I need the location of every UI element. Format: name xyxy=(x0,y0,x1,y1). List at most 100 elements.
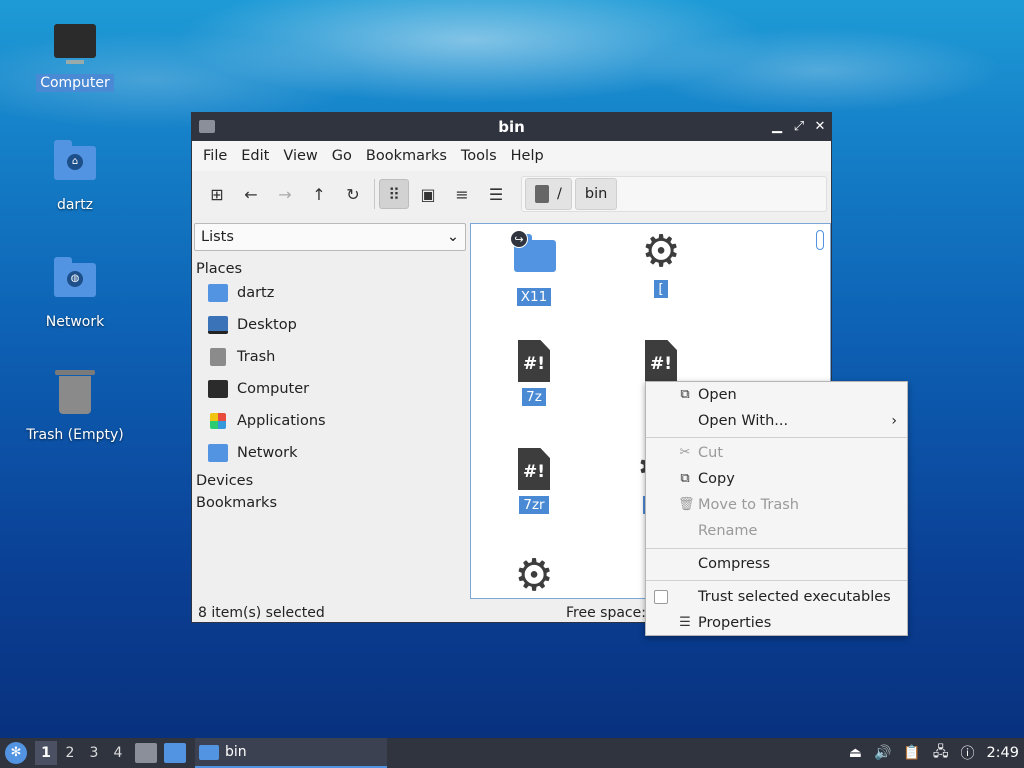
drive-icon xyxy=(535,185,549,203)
compact-view-button[interactable]: ≡ xyxy=(447,179,477,209)
computer-icon xyxy=(53,24,97,68)
file-item[interactable]: #! 7zr xyxy=(479,448,589,514)
workspace-1[interactable]: 1 xyxy=(35,741,57,765)
menu-separator xyxy=(646,437,907,438)
checkbox-unchecked-icon[interactable] xyxy=(654,590,668,604)
forward-button[interactable]: → xyxy=(270,179,300,209)
list-icon: ≡ xyxy=(455,184,469,204)
side-pane-mode-select[interactable]: Lists ⌄ xyxy=(194,223,466,251)
arrow-up-icon: ↑ xyxy=(312,184,326,204)
devices-header[interactable]: Devices xyxy=(196,473,466,489)
menu-separator xyxy=(646,580,907,581)
sidebar-item-computer[interactable]: Computer xyxy=(194,373,466,405)
sidebar-item-network[interactable]: Network xyxy=(194,437,466,469)
notification-icon[interactable]: ⓘ xyxy=(960,743,974,763)
bookmarks-header[interactable]: Bookmarks xyxy=(196,495,466,511)
menu-item-label: Open With... xyxy=(698,413,789,429)
desktop-icon-trash[interactable]: Trash (Empty) xyxy=(20,370,130,444)
sidebar-item-desktop[interactable]: Desktop xyxy=(194,309,466,341)
menu-go[interactable]: Go xyxy=(325,148,359,164)
reload-button[interactable]: ↻ xyxy=(338,179,368,209)
clock[interactable]: 2:49 xyxy=(986,745,1019,761)
desktop-icon-label: Network xyxy=(45,314,105,330)
close-button[interactable]: ✕ xyxy=(811,118,829,136)
script-icon: #! xyxy=(514,448,554,490)
free-space: Free space: xyxy=(566,605,646,621)
maximize-button[interactable]: ⤢ xyxy=(790,118,808,136)
volume-icon[interactable]: 🔊 xyxy=(874,745,891,761)
minimize-button[interactable]: ▁ xyxy=(768,118,786,136)
menu-bar: File Edit View Go Bookmarks Tools Help xyxy=(192,141,831,171)
desktop-icon-dartz[interactable]: ⌂ dartz xyxy=(20,140,130,214)
new-tab-button[interactable]: ⊞ xyxy=(202,179,232,209)
menu-item-open-with[interactable]: Open With... › xyxy=(646,408,907,434)
clipboard-icon[interactable]: 📋 xyxy=(903,745,920,761)
menu-file[interactable]: File xyxy=(196,148,234,164)
workspace-3[interactable]: 3 xyxy=(83,741,105,765)
file-item[interactable]: #! 7z xyxy=(479,340,589,406)
folder-link-icon: ↪ xyxy=(510,230,556,282)
file-item[interactable]: ⚙ [ xyxy=(606,230,716,298)
menu-item-label: Properties xyxy=(698,615,772,631)
gear-icon: ⚙ xyxy=(514,550,554,599)
sidebar-item-dartz[interactable]: dartz xyxy=(194,277,466,309)
menu-item-copy[interactable]: ⧉ Copy xyxy=(646,466,907,492)
toolbar-separator xyxy=(374,179,375,209)
menu-edit[interactable]: Edit xyxy=(234,148,276,164)
properties-icon: ☰ xyxy=(679,615,691,630)
network-icon[interactable]: 🖧 xyxy=(933,741,949,765)
file-item[interactable]: ⚙ xyxy=(479,550,589,599)
window-title: bin xyxy=(498,118,525,136)
sidebar-item-applications[interactable]: Applications xyxy=(194,405,466,437)
desktop-icon-network[interactable]: ◍ Network xyxy=(20,257,130,331)
title-bar[interactable]: bin ▁ ⤢ ✕ xyxy=(192,113,831,141)
up-button[interactable]: ↑ xyxy=(304,179,334,209)
show-desktop-icon[interactable] xyxy=(164,743,186,763)
menu-bookmarks[interactable]: Bookmarks xyxy=(359,148,454,164)
start-menu-button[interactable]: ✻ xyxy=(5,742,27,764)
detail-view-button[interactable]: ☰ xyxy=(481,179,511,209)
menu-tools[interactable]: Tools xyxy=(454,148,504,164)
menu-separator xyxy=(646,548,907,549)
trash-icon: 🗑 xyxy=(678,497,695,512)
menu-view[interactable]: View xyxy=(276,148,324,164)
workspace-4[interactable]: 4 xyxy=(107,741,129,765)
script-icon: #! xyxy=(641,340,681,382)
desktop-icon-computer[interactable]: Computer xyxy=(20,24,130,92)
selection-count: 8 item(s) selected xyxy=(198,605,325,621)
menu-help[interactable]: Help xyxy=(504,148,551,164)
eject-icon[interactable]: ⏏ xyxy=(849,745,862,761)
home-folder-icon: ⌂ xyxy=(53,140,97,190)
sidebar-item-trash[interactable]: Trash xyxy=(194,341,466,373)
menu-item-cut[interactable]: ✂ Cut xyxy=(646,440,907,466)
breadcrumb-root[interactable]: / xyxy=(525,178,572,210)
menu-item-label: Cut xyxy=(698,445,723,461)
taskbar-item-bin[interactable]: bin xyxy=(195,738,387,768)
menu-item-open[interactable]: ⧉ Open xyxy=(646,382,907,408)
back-button[interactable]: ← xyxy=(236,179,266,209)
menu-item-compress[interactable]: Compress xyxy=(646,551,907,577)
copy-icon: ⧉ xyxy=(680,471,690,486)
scrollbar-thumb[interactable] xyxy=(816,230,824,250)
icon-view-button[interactable]: ⠿ xyxy=(379,179,409,209)
new-tab-icon: ⊞ xyxy=(210,184,224,204)
arrow-left-icon: ← xyxy=(244,184,258,204)
breadcrumb-current-label: bin xyxy=(584,186,608,202)
thumbnail-view-button[interactable]: ▣ xyxy=(413,179,443,209)
reload-icon: ↻ xyxy=(346,184,360,204)
menu-item-properties[interactable]: ☰ Properties xyxy=(646,610,907,636)
trash-icon xyxy=(53,370,97,420)
breadcrumb-current[interactable]: bin xyxy=(574,178,618,210)
network-folder-icon: ◍ xyxy=(53,257,97,307)
file-manager-launcher-icon[interactable] xyxy=(135,743,157,763)
lxqt-logo-icon: ✻ xyxy=(10,745,22,760)
menu-item-move-to-trash[interactable]: 🗑 Move to Trash xyxy=(646,492,907,518)
file-item[interactable]: ↪ X11 xyxy=(479,230,589,306)
menu-item-label: Move to Trash xyxy=(698,497,799,513)
detail-list-icon: ☰ xyxy=(488,184,504,204)
sidebar-item-label: Desktop xyxy=(237,317,297,333)
file-item-label: X11 xyxy=(516,288,552,306)
workspace-2[interactable]: 2 xyxy=(59,741,81,765)
menu-item-rename[interactable]: Rename xyxy=(646,518,907,544)
menu-item-trust-executables[interactable]: Trust selected executables xyxy=(646,584,907,610)
